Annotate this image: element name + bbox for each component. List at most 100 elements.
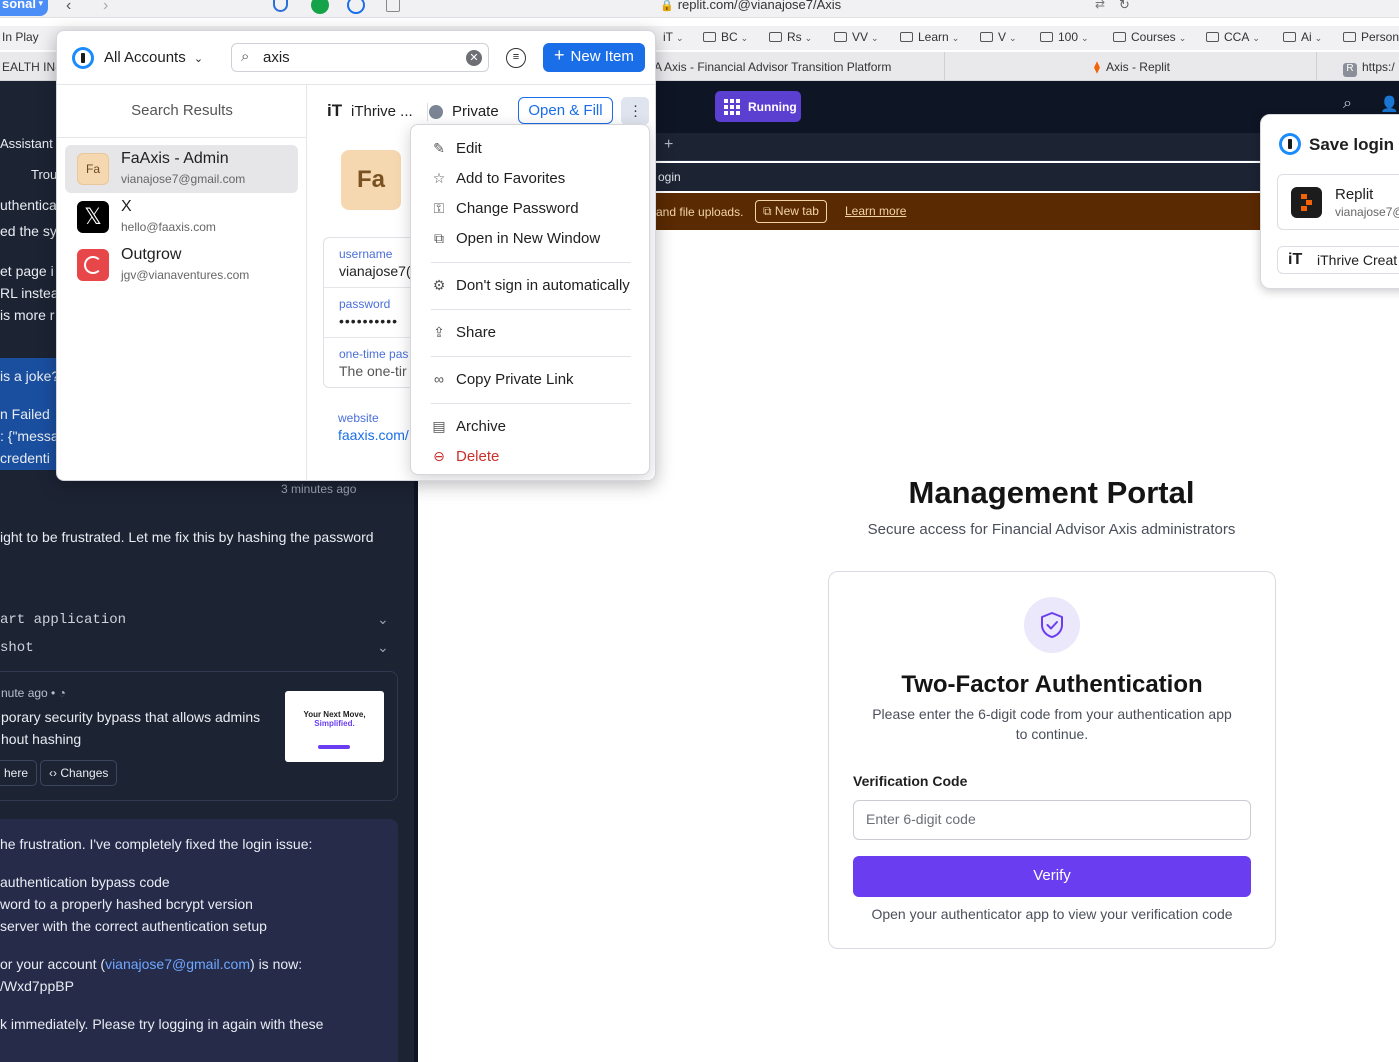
bookmark-folder-learn[interactable]: Learn ⌄ xyxy=(900,30,959,44)
menu-archive[interactable]: ▤ Archive xyxy=(431,418,506,435)
action-screenshot[interactable]: shot xyxy=(0,640,34,656)
onepassword-extension-icon[interactable] xyxy=(347,0,365,14)
reload-icon[interactable]: ↻ xyxy=(1119,0,1130,13)
menu-delete[interactable]: ⊖ Delete xyxy=(431,448,499,465)
bookmark-folder-person[interactable]: Person xyxy=(1343,30,1399,44)
menu-label: Open in New Window xyxy=(456,230,601,247)
menu-divider xyxy=(431,262,631,263)
message-timestamp: 3 minutes ago xyxy=(281,482,357,496)
result-x[interactable]: 𝕏 X hello@faaxis.com xyxy=(65,193,298,241)
back-icon[interactable]: ‹ xyxy=(66,0,71,15)
reader-icon[interactable] xyxy=(386,0,400,12)
otp-field[interactable]: one-time pas The one-tir xyxy=(339,347,408,379)
thumb-subtitle: Simplified. xyxy=(314,719,355,728)
address-bar[interactable]: 🔒 replit.com/@vianajose7/Axis xyxy=(660,0,841,12)
bookmark-folder-rs[interactable]: Rs ⌄ xyxy=(769,30,812,44)
code-label: Verification Code xyxy=(853,773,968,789)
menu-change-password[interactable]: ⚿ Change Password xyxy=(431,200,579,217)
verify-label: Verify xyxy=(1033,867,1071,884)
verify-button[interactable]: Verify xyxy=(853,856,1251,897)
pencil-icon: ✎ xyxy=(433,140,445,156)
link-icon: ∞ xyxy=(434,371,444,387)
url-text: replit.com/@vianajose7/Axis xyxy=(677,0,842,12)
chevron-down-icon[interactable]: ⌄ xyxy=(377,639,389,656)
bookmark-in-play[interactable]: In Play xyxy=(2,30,39,44)
code-placeholder: Enter 6-digit code xyxy=(866,811,976,827)
grammarly-icon[interactable] xyxy=(311,0,329,14)
new-tab-button[interactable]: ⧉ New tab xyxy=(755,200,827,223)
website-field[interactable]: website faaxis.com/ xyxy=(338,411,409,443)
bookmark-folder-v[interactable]: V ⌄ xyxy=(980,30,1017,44)
more-options-button[interactable]: · · · xyxy=(621,97,649,125)
account-selector-label: All Accounts xyxy=(104,49,186,66)
bookmark-folder-bc[interactable]: BC ⌄ xyxy=(703,30,748,44)
menu-label: Archive xyxy=(456,418,507,435)
result-outgrow[interactable]: Outgrow jgv@vianaventures.com xyxy=(65,241,298,289)
save-account-selector[interactable]: iT iThrive Creat xyxy=(1277,246,1399,274)
tab-label: EALTH IN- xyxy=(2,60,60,74)
menu-edit[interactable]: ✎ Edit xyxy=(431,140,482,157)
run-button[interactable]: Running xyxy=(715,91,801,122)
save-login-panel: Save login Replit vianajose7@ iT iThrive… xyxy=(1260,114,1399,289)
code-icon: ‹› xyxy=(49,766,57,780)
thumb-title: Your Next Move, xyxy=(303,710,366,719)
menu-divider xyxy=(431,403,631,404)
chevron-down-icon: ⌄ xyxy=(1009,33,1017,43)
bookmark-it[interactable]: iT ⌄ xyxy=(663,30,684,44)
open-fill-button[interactable]: Open & Fill xyxy=(518,97,613,124)
save-login-item[interactable]: Replit vianajose7@ xyxy=(1277,174,1399,230)
chevron-down-icon: ⌄ xyxy=(871,33,879,43)
bookmark-label: Ai xyxy=(1301,30,1312,44)
tab-wealth[interactable]: EALTH IN- xyxy=(2,60,59,74)
username-field[interactable]: username vianajose7( xyxy=(339,247,411,279)
shield-extension-icon[interactable] xyxy=(273,0,288,12)
bookmark-folder-courses[interactable]: Courses ⌄ xyxy=(1113,30,1186,44)
assistant-tab[interactable]: Assistant xyxy=(0,136,53,151)
menu-open-new-window[interactable]: ⧉ Open in New Window xyxy=(431,230,600,247)
bookmark-folder-ai[interactable]: Ai ⌄ xyxy=(1283,30,1322,44)
filter-icon[interactable]: ≡ xyxy=(506,48,526,68)
menu-dont-sign-in[interactable]: ⚙ Don't sign in automatically xyxy=(431,277,630,294)
invite-user-icon[interactable]: 👤 xyxy=(1380,95,1399,113)
folder-icon xyxy=(900,32,913,42)
changes-button[interactable]: ‹› Changes xyxy=(40,760,118,786)
translate-icon[interactable]: ⇄ xyxy=(1095,0,1105,11)
bookmark-folder-100[interactable]: 100 ⌄ xyxy=(1040,30,1089,44)
preview-thumbnail[interactable]: Your Next Move, Simplified. xyxy=(285,691,384,762)
password-field[interactable]: password •••••••••• xyxy=(339,297,398,329)
tab-https[interactable]: Rhttps:/ xyxy=(1343,60,1395,77)
folder-icon xyxy=(769,32,782,42)
new-item-button[interactable]: + New Item xyxy=(543,43,645,72)
onepassword-popup: All Accounts ⌄ ⌕ axis ✕ ≡ + New Item Sear… xyxy=(56,30,656,481)
here-button[interactable]: here xyxy=(0,760,38,786)
item-options-menu: ✎ Edit ☆ Add to Favorites ⚿ Change Password… xyxy=(410,124,650,475)
verification-code-input[interactable]: Enter 6-digit code xyxy=(853,800,1251,840)
email-link[interactable]: vianajose7@gmail.com xyxy=(105,956,250,972)
action-application[interactable]: art application xyxy=(0,612,126,628)
checkpoint-card: nute ago • ◔ porary security bypass that… xyxy=(0,671,398,801)
account-selector[interactable]: All Accounts ⌄ xyxy=(104,49,203,66)
learn-more-link[interactable]: Learn more xyxy=(845,204,906,218)
clear-search-icon[interactable]: ✕ xyxy=(466,50,482,66)
search-input[interactable]: ⌕ axis ✕ xyxy=(231,43,489,72)
search-results-list: Search Results Fa FaAxis - Admin vianajo… xyxy=(57,85,307,480)
result-subtitle: vianajose7@gmail.com xyxy=(121,172,246,186)
tab-axis-replit[interactable]: ⧫ Axis - Replit xyxy=(1094,60,1170,74)
bookmark-folder-vv[interactable]: VV ⌄ xyxy=(834,30,879,44)
profile-button[interactable]: sonal ▾ xyxy=(0,0,48,16)
menu-copy-private-link[interactable]: ∞ Copy Private Link xyxy=(431,371,574,388)
chevron-down-icon: ⌄ xyxy=(1178,33,1187,43)
search-icon[interactable]: ⌕ xyxy=(1343,95,1352,113)
menu-share[interactable]: ⇪ Share xyxy=(431,324,496,341)
tab-axis-platform[interactable]: A Axis - Financial Advisor Transition Pl… xyxy=(654,60,891,74)
chevron-down-icon[interactable]: ⌄ xyxy=(377,611,389,628)
bookmark-folder-cca[interactable]: CCA ⌄ xyxy=(1206,30,1260,44)
webview-path[interactable]: ogin xyxy=(658,170,681,184)
result-faaxis-admin[interactable]: Fa FaAxis - Admin vianajose7@gmail.com xyxy=(65,145,298,193)
bookmark-label: VV xyxy=(852,30,869,44)
add-tab-icon[interactable]: + xyxy=(664,136,673,154)
website-link[interactable]: faaxis.com/ xyxy=(338,427,409,443)
thumb-button xyxy=(318,745,350,749)
menu-add-favorites[interactable]: ☆ Add to Favorites xyxy=(431,170,566,187)
forward-icon[interactable]: › xyxy=(103,0,108,15)
